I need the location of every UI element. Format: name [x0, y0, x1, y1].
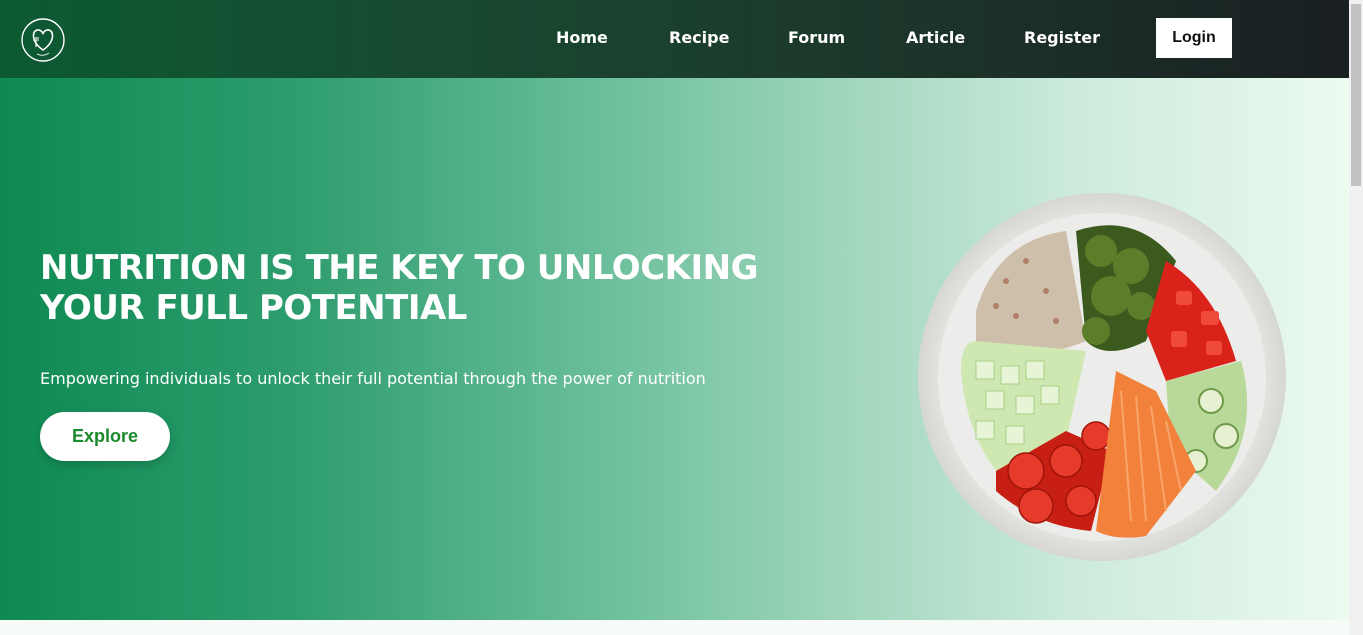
- nav-link-register[interactable]: Register: [1024, 28, 1100, 48]
- hero-subtitle: Empowering individuals to unlock their f…: [40, 369, 706, 388]
- scrollbar-thumb[interactable]: [1351, 4, 1361, 186]
- heart-fork-logo-icon[interactable]: [20, 17, 66, 63]
- page-bottom-strip: [0, 620, 1349, 635]
- hero-section: NUTRITION IS THE KEY TO UNLOCKING YOUR F…: [0, 78, 1349, 620]
- salad-bowl-image: [918, 193, 1286, 561]
- explore-button[interactable]: Explore: [40, 412, 170, 461]
- login-button[interactable]: Login: [1156, 18, 1232, 58]
- nav-link-recipe[interactable]: Recipe: [669, 28, 729, 48]
- nav-link-home[interactable]: Home: [556, 28, 608, 48]
- nav-link-article[interactable]: Article: [906, 28, 965, 48]
- hero-title: NUTRITION IS THE KEY TO UNLOCKING YOUR F…: [40, 248, 759, 328]
- nav-link-forum[interactable]: Forum: [788, 28, 845, 48]
- navbar: Home Recipe Forum Article Register Login: [0, 0, 1349, 78]
- vertical-scrollbar[interactable]: [1349, 0, 1363, 635]
